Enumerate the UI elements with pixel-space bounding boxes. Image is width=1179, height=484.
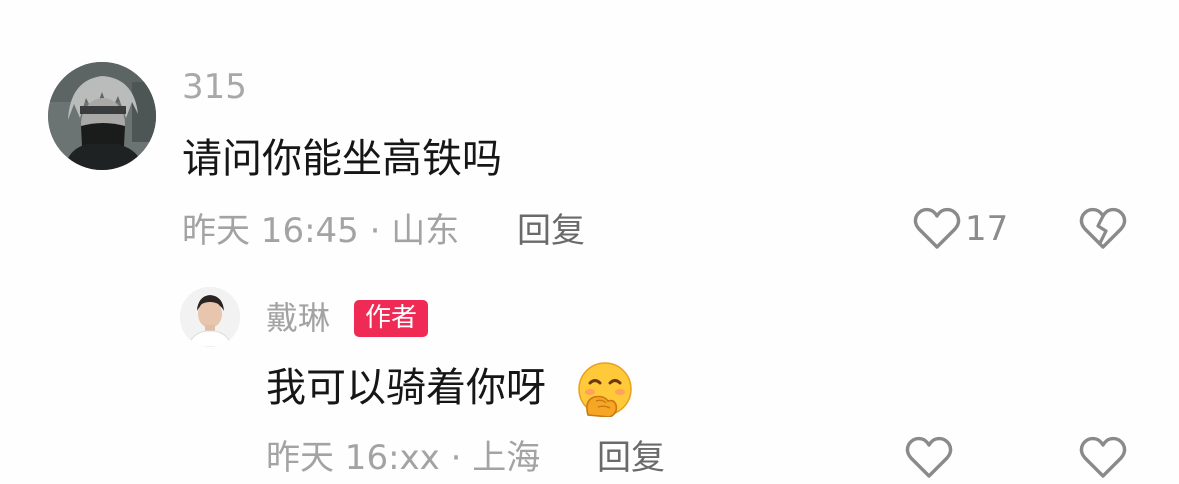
reply-dislike-button[interactable] [1079,436,1127,484]
author-badge: 作者 [354,300,429,337]
heart-outline-icon [905,436,953,478]
blush-emoji-icon [574,361,636,418]
comment-meta: 昨天 16:45 · 山东 [182,211,460,251]
dislike-button[interactable] [1079,207,1127,255]
anime-avatar-icon [48,62,156,170]
comment-username[interactable]: 315 [182,67,247,107]
reply-meta: 昨天 16:xx · 上海 [266,438,541,478]
broken-heart-icon [1079,436,1127,478]
comment-text: 请问你能坐高铁吗 [182,136,502,182]
like-count: 17 [965,209,1009,249]
reply-like-button[interactable] [905,436,953,484]
heart-outline-icon [913,207,961,249]
reply-username[interactable]: 戴琳 [266,297,330,339]
avatar[interactable] [48,62,156,170]
like-button[interactable]: 17 [913,207,1008,251]
reply-button[interactable]: 回复 [517,209,585,253]
person-avatar-icon [180,287,240,347]
reply-avatar[interactable] [180,287,240,347]
reply-text: 我可以骑着你呀 [266,365,546,411]
reply-reply-button[interactable]: 回复 [597,436,665,480]
broken-heart-icon [1079,207,1127,249]
